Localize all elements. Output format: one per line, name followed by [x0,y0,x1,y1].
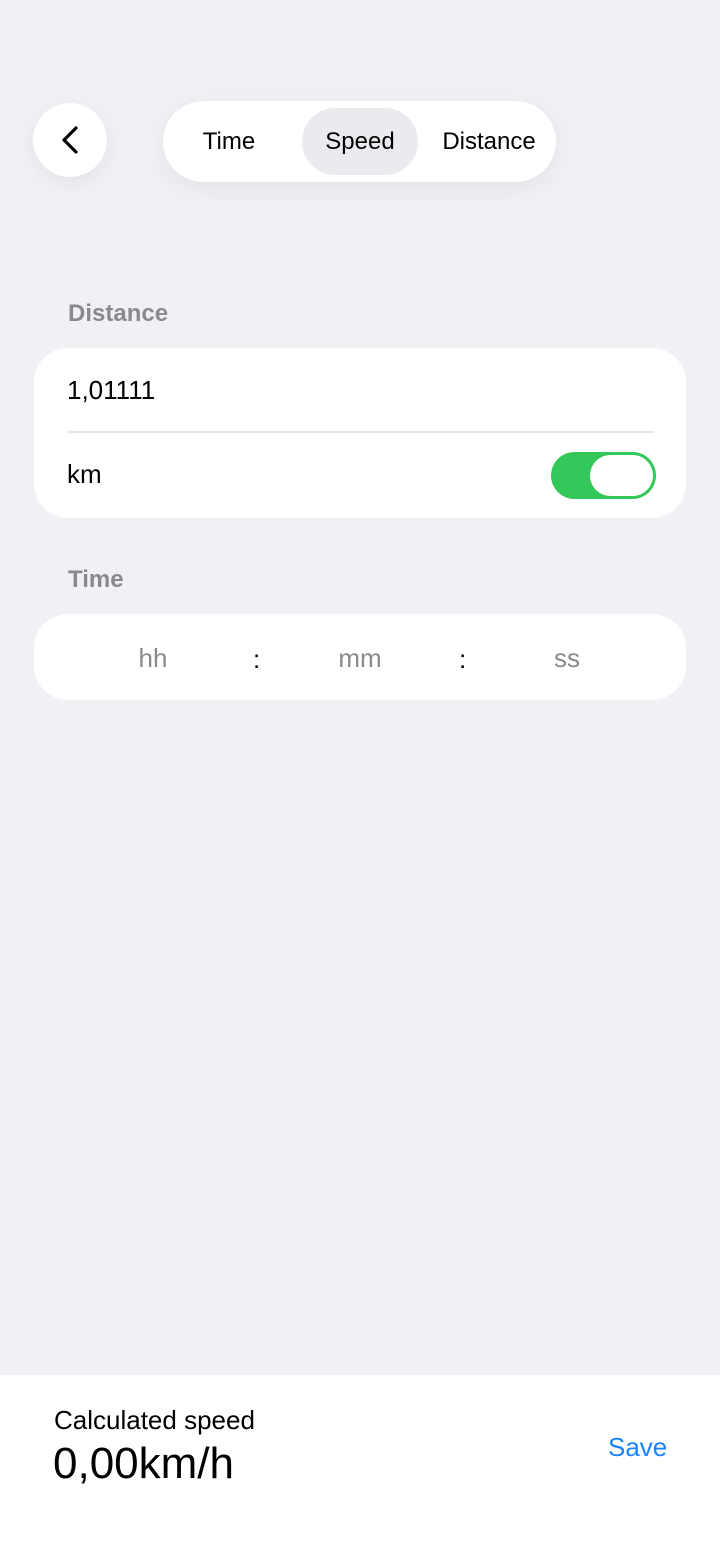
tab-time[interactable]: Time [171,108,287,175]
speed-calculator-screen: Time Speed Distance Distance km Time : :… [0,0,720,1561]
tab-speed[interactable]: Speed [302,108,418,175]
distance-section-label: Distance [68,300,169,327]
tab-distance[interactable]: Distance [425,108,553,175]
unit-label: km [67,459,102,489]
chevron-left-icon [62,126,78,154]
distance-input[interactable] [67,370,653,410]
result-label: Calculated speed [54,1405,255,1435]
time-separator: : [459,644,467,674]
back-button[interactable] [33,103,107,177]
time-section-label: Time [68,566,124,593]
minutes-input[interactable] [300,636,420,680]
divider [67,431,654,433]
unit-toggle[interactable] [551,452,656,499]
mode-segmented-control: Time Speed Distance [163,101,556,182]
seconds-input[interactable] [507,636,627,680]
save-button[interactable]: Save [608,1432,667,1463]
distance-card: km [34,348,686,518]
result-value: 0,00km/h [53,1439,234,1488]
toggle-knob [590,455,653,496]
time-card: : : [34,614,686,700]
time-separator: : [253,644,261,674]
hours-input[interactable] [93,636,213,680]
result-panel: Calculated speed 0,00km/h Save [0,1375,720,1561]
